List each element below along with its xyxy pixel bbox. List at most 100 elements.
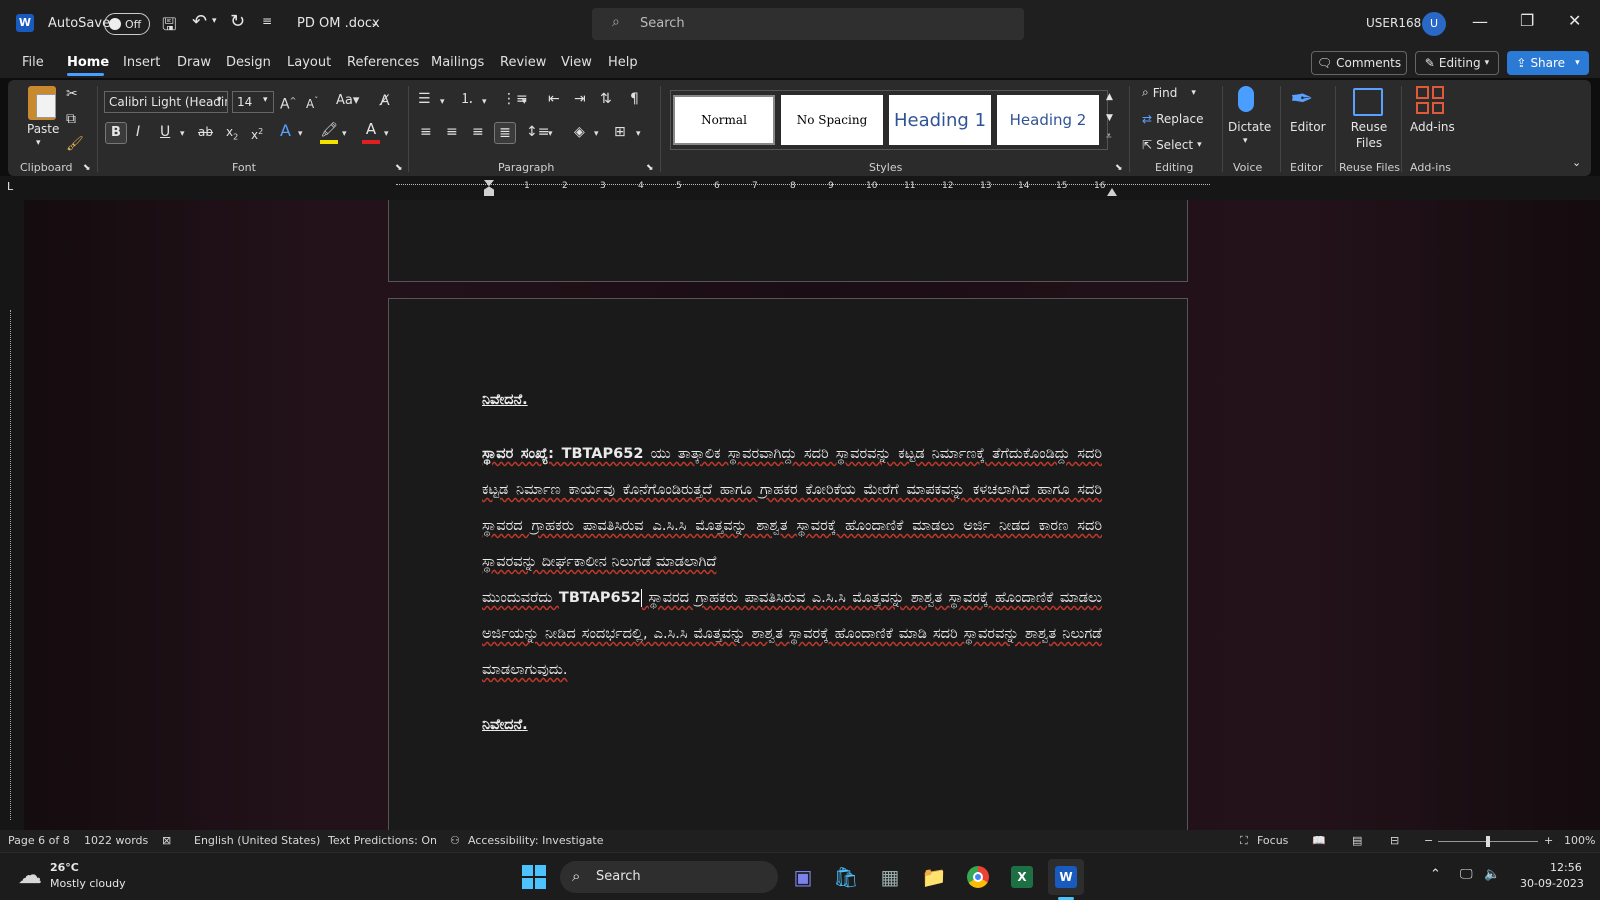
style-heading-1[interactable]: Heading 1 (889, 95, 991, 145)
tab-layout[interactable]: Layout (287, 55, 331, 70)
clock-date[interactable]: 30-09-2023 (1520, 877, 1584, 890)
shading-icon[interactable]: ◈ (574, 122, 585, 142)
font-color-dropdown-icon[interactable]: ▾ (384, 124, 389, 144)
underline-dropdown-icon[interactable]: ▾ (180, 124, 185, 144)
accessibility-status[interactable]: Accessibility: Investigate (468, 834, 604, 847)
italic-button[interactable]: I (136, 122, 140, 142)
zoom-slider-thumb[interactable] (1486, 836, 1490, 847)
zoom-out-icon[interactable]: − (1424, 834, 1433, 847)
copy-icon[interactable]: ⧉ (66, 109, 76, 129)
styles-launcher-icon[interactable]: ⬊ (1115, 163, 1123, 173)
subscript-button[interactable]: x2 (226, 122, 238, 147)
borders-icon[interactable]: ⊞ (614, 122, 626, 142)
add-ins-grid-icon[interactable] (1416, 86, 1444, 114)
paragraph-2[interactable]: ಮುಂದುವರೆದು TBTAP652 ಸ್ಥಾವರದ ಗ್ರಾಹಕರು ಪಾವ… (482, 580, 1102, 688)
comments-button[interactable]: 🗨 Comments (1311, 51, 1407, 75)
clock-time[interactable]: 12:56 (1550, 861, 1582, 874)
tab-design[interactable]: Design (226, 55, 271, 70)
tab-file[interactable]: File (22, 55, 44, 70)
sort-icon[interactable]: ⇅ (600, 89, 612, 109)
find-button[interactable]: ⌕ Find ▾ (1142, 85, 1196, 100)
word-count[interactable]: 1022 words (84, 834, 148, 847)
close-icon[interactable]: ✕ (1568, 11, 1581, 30)
clear-formatting-icon[interactable]: A̸ (380, 91, 390, 111)
current-page[interactable]: ನಿವೇದನೆ. ಸ್ಥಾವರ ಸಂಖ್ಯೆ: TBTAP652 ಯು ತಾತ್… (388, 298, 1188, 830)
paragraph-1[interactable]: ಸ್ಥಾವರ ಸಂಖ್ಯೆ: TBTAP652 ಯು ತಾತ್ಕಾಲಿಕ ಸ್ಥ… (482, 436, 1102, 580)
styles-scroll-down-icon[interactable]: ▼ (1106, 113, 1113, 123)
align-right-icon[interactable]: ≡ (472, 122, 484, 142)
multilevel-dropdown-icon[interactable]: ▾ (522, 92, 527, 112)
numbering-icon[interactable]: ⒈ (460, 89, 474, 109)
highlight-dropdown-icon[interactable]: ▾ (342, 124, 347, 144)
zoom-in-icon[interactable]: + (1544, 834, 1553, 847)
highlight-icon[interactable]: 🖍 (320, 122, 338, 144)
network-icon[interactable]: 🖵 (1460, 867, 1473, 882)
reuse-files-label[interactable]: Reuse Files (1350, 119, 1388, 151)
style-heading-2[interactable]: Heading 2 (997, 95, 1099, 145)
show-hidden-icons-icon[interactable]: ⌃ (1430, 867, 1441, 882)
focus-button[interactable]: Focus (1257, 834, 1288, 847)
font-color-icon[interactable]: A (362, 120, 380, 144)
start-windows-icon[interactable] (516, 859, 552, 895)
bullets-dropdown-icon[interactable]: ▾ (440, 92, 445, 112)
volume-icon[interactable]: 🔈 (1484, 867, 1500, 882)
dictate-label[interactable]: Dictate (1228, 120, 1271, 134)
grow-font-icon[interactable]: A^ (280, 91, 296, 115)
redo-icon[interactable]: ↻ (230, 11, 245, 32)
file-explorer-icon[interactable]: 📁 (916, 859, 952, 895)
tab-draw[interactable]: Draw (177, 55, 211, 70)
dictate-microphone-icon[interactable] (1238, 86, 1254, 112)
justify-button[interactable]: ≣ (494, 122, 516, 144)
autosave-toggle[interactable]: Off (104, 13, 150, 35)
minimize-icon[interactable]: — (1472, 12, 1488, 31)
dictate-dropdown-icon[interactable]: ▾ (1243, 136, 1248, 146)
taskbar-search[interactable]: ⌕ Search (560, 861, 778, 893)
ribbon-collapse-icon[interactable]: ⌄ (1572, 156, 1581, 169)
page-count[interactable]: Page 6 of 8 (8, 834, 70, 847)
text-effects-icon[interactable]: A (280, 121, 291, 141)
select-button[interactable]: ⇱ Select ▾ (1142, 138, 1202, 152)
font-size-chevron-icon[interactable]: ▾ (263, 95, 268, 105)
increase-indent-icon[interactable]: ⇥ (574, 89, 586, 109)
chrome-icon[interactable] (960, 859, 996, 895)
zoom-level[interactable]: 100% (1564, 834, 1595, 847)
calculator-icon[interactable]: ▦ (872, 859, 908, 895)
underline-button[interactable]: U (160, 122, 170, 142)
avatar[interactable]: U (1422, 12, 1446, 36)
paste-icon[interactable] (28, 86, 56, 120)
line-spacing-icon[interactable]: ↕≡ (526, 122, 549, 142)
customize-toolbar-icon[interactable]: ≡ (262, 14, 272, 28)
focus-icon[interactable]: ⛶ (1240, 834, 1248, 848)
undo-icon[interactable]: ↶ (192, 11, 207, 32)
text-predictions[interactable]: Text Predictions: On (328, 834, 437, 847)
weather-cloud-icon[interactable]: ☁ (18, 861, 42, 889)
tab-help[interactable]: Help (608, 55, 638, 70)
ruler-track[interactable] (396, 184, 1210, 192)
print-layout-icon[interactable]: ▤ (1352, 834, 1362, 847)
excel-icon[interactable]: X (1004, 859, 1040, 895)
page-body[interactable]: ನಿವೇದನೆ. ಸ್ಥಾವರ ಸಂಖ್ಯೆ: TBTAP652 ಯು ತಾತ್… (482, 381, 1102, 743)
tab-mailings[interactable]: Mailings (431, 55, 484, 70)
bold-button[interactable]: B (105, 122, 127, 144)
shading-dropdown-icon[interactable]: ▾ (594, 124, 599, 144)
show-formatting-icon[interactable]: ¶ (630, 89, 639, 109)
read-mode-icon[interactable]: 📖 (1312, 834, 1326, 847)
text-effects-dropdown-icon[interactable]: ▾ (298, 124, 303, 144)
decrease-indent-icon[interactable]: ⇤ (548, 89, 560, 109)
accessibility-icon[interactable]: ⚇ (450, 834, 460, 847)
tab-references[interactable]: References (347, 55, 419, 70)
editor-pen-icon[interactable]: ✒ (1290, 82, 1313, 115)
tab-view[interactable]: View (561, 55, 592, 70)
tab-selector-icon[interactable]: L (7, 180, 13, 193)
superscript-button[interactable]: x2 (251, 122, 263, 145)
search-box[interactable]: ⌕ Search (592, 8, 1024, 40)
replace-button[interactable]: ⇄ Replace (1142, 112, 1204, 126)
font-name-select[interactable]: Calibri Light (Headin (104, 91, 228, 113)
styles-scroll-up-icon[interactable]: ▲ (1106, 92, 1113, 102)
change-case-icon[interactable]: Aa▾ (336, 91, 359, 111)
numbering-dropdown-icon[interactable]: ▾ (482, 92, 487, 112)
align-left-icon[interactable]: ≡ (420, 122, 432, 142)
proofing-icon[interactable]: ⊠ (162, 834, 171, 847)
weather-temp[interactable]: 26°C (50, 861, 79, 874)
tab-insert[interactable]: Insert (123, 55, 160, 70)
